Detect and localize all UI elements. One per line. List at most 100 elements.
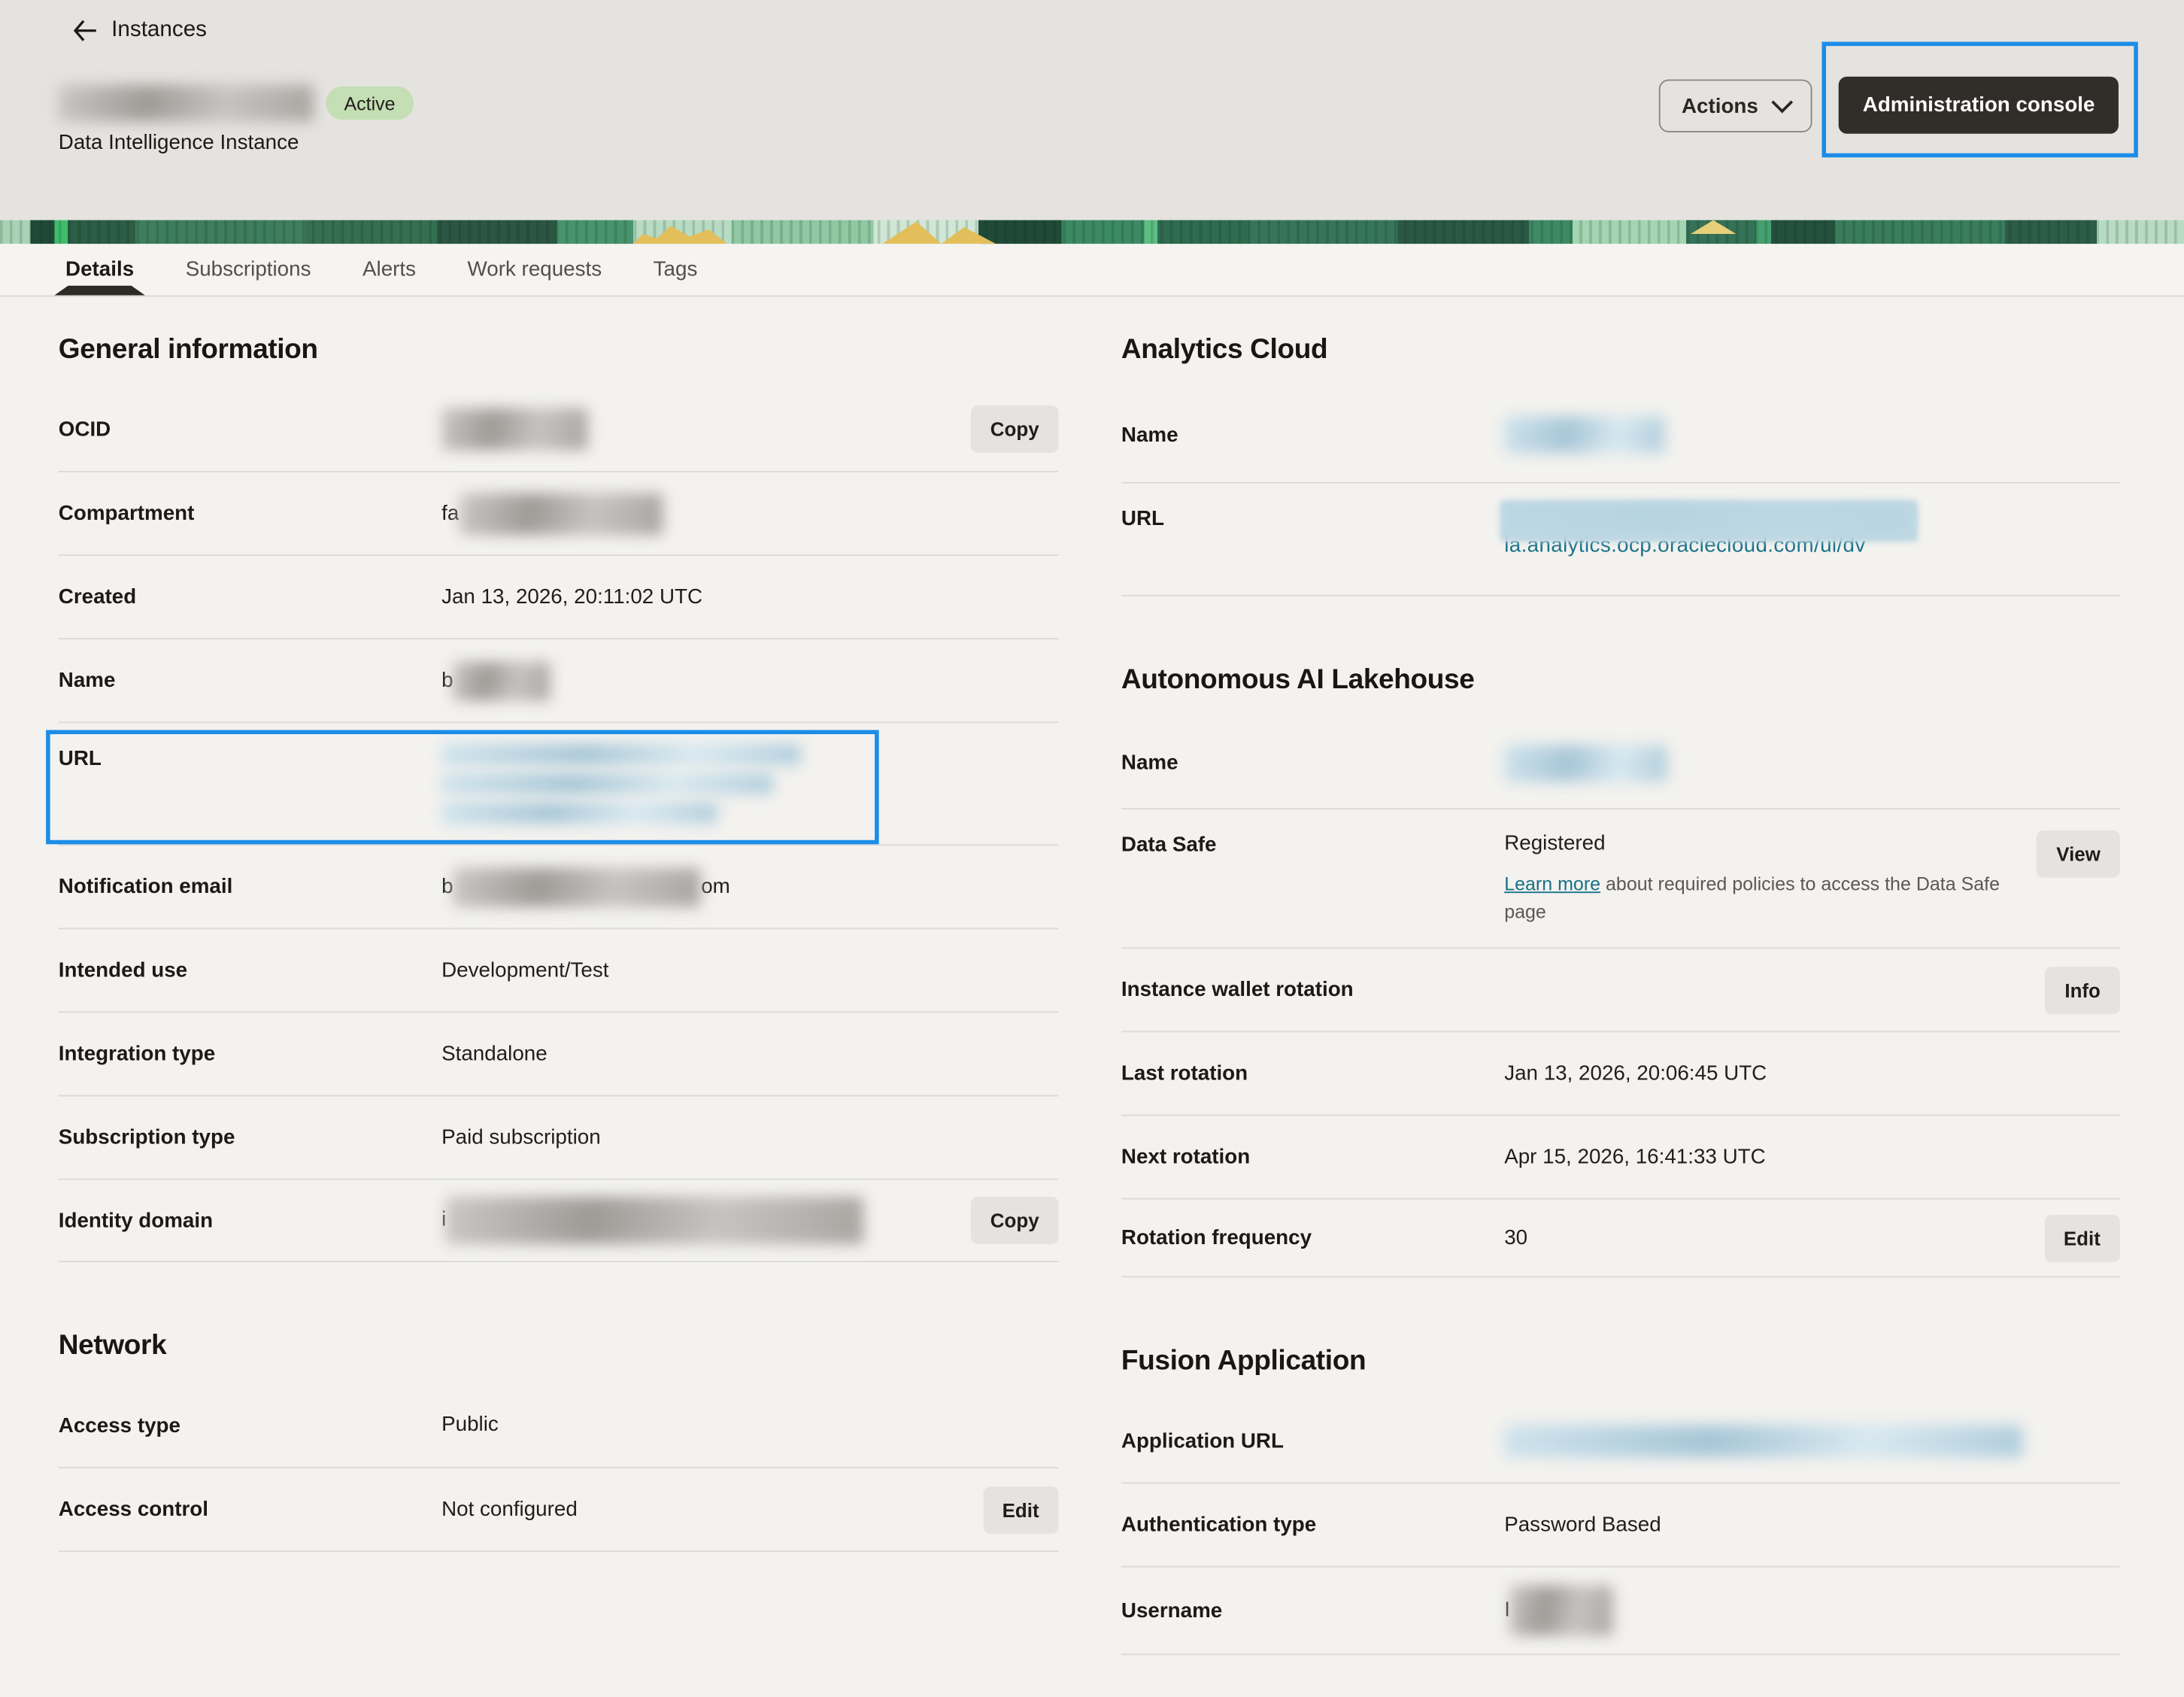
- data-safe-value: Registered Learn more about required pol…: [1504, 830, 2037, 927]
- integration-type-value: Standalone: [441, 1040, 1058, 1068]
- intended-use-value: Development/Test: [441, 956, 1058, 984]
- status-badge: Active: [326, 87, 413, 120]
- row-authentication-type: Authentication type Password Based: [1121, 1483, 2120, 1567]
- row-rotation-frequency: Rotation frequency 30 Edit: [1121, 1200, 2120, 1278]
- row-url: URL: [59, 723, 1059, 845]
- row-last-rotation: Last rotation Jan 13, 2026, 20:06:45 UTC: [1121, 1032, 2120, 1116]
- redacted-text: [1504, 417, 1664, 453]
- page-header: Instances Active Data Intelligence Insta…: [0, 0, 2184, 220]
- chevron-down-icon: [1772, 92, 1794, 114]
- row-ocid: OCID Copy: [59, 387, 1059, 472]
- view-data-safe-button[interactable]: View: [2037, 830, 2119, 878]
- blur-overlay: [1500, 500, 1919, 542]
- redacted-text: [459, 493, 662, 535]
- redacted-text: [441, 408, 587, 451]
- application-url-redacted-link[interactable]: [1504, 1425, 2120, 1457]
- left-column: General information OCID Copy Compartmen…: [59, 296, 1059, 1655]
- row-application-url: Application URL: [1121, 1398, 2120, 1483]
- actions-button[interactable]: Actions: [1659, 80, 1812, 132]
- breadcrumb-instances-link[interactable]: Instances: [111, 18, 207, 43]
- compartment-value: fa: [441, 493, 1058, 535]
- created-value: Jan 13, 2026, 20:11:02 UTC: [441, 583, 1058, 611]
- tab-work-requests[interactable]: Work requests: [468, 244, 602, 296]
- administration-console-button[interactable]: Administration console: [1839, 77, 2119, 134]
- row-analytics-name: Name: [1121, 387, 2120, 484]
- row-integration-type: Integration type Standalone: [59, 1012, 1059, 1096]
- title-row: Active: [59, 85, 414, 121]
- access-control-value: Not configured: [441, 1495, 983, 1523]
- row-instance-wallet-rotation: Instance wallet rotation Info: [1121, 949, 2120, 1032]
- tab-details[interactable]: Details: [65, 244, 134, 296]
- authentication-type-value: Password Based: [1504, 1511, 2120, 1539]
- tab-tags[interactable]: Tags: [654, 244, 698, 296]
- identity-domain-value: i: [441, 1197, 971, 1244]
- page-subtitle: Data Intelligence Instance: [59, 131, 299, 154]
- row-notification-email: Notification email bom: [59, 845, 1059, 929]
- section-title-general-information: General information: [59, 334, 1059, 366]
- access-type-value: Public: [441, 1411, 1058, 1439]
- copy-ocid-button[interactable]: Copy: [971, 405, 1059, 453]
- actions-button-label: Actions: [1682, 94, 1758, 117]
- tab-subscriptions[interactable]: Subscriptions: [186, 244, 311, 296]
- row-access-type: Access type Public: [59, 1383, 1059, 1468]
- data-safe-help-text: Learn more about required policies to ac…: [1504, 871, 2037, 927]
- next-rotation-value: Apr 15, 2026, 16:41:33 UTC: [1504, 1143, 2120, 1171]
- last-rotation-value: Jan 13, 2026, 20:06:45 UTC: [1504, 1059, 2120, 1087]
- redacted-text: [1510, 1586, 1613, 1636]
- redacted-text: [453, 867, 702, 906]
- header-actions: Actions Administration console: [1659, 77, 2119, 134]
- data-safe-status: Registered: [1504, 830, 2037, 858]
- visible-text-fragment: fa: [441, 501, 459, 524]
- row-name: Name b: [59, 639, 1059, 723]
- row-lakehouse-name: Name: [1121, 718, 2120, 809]
- row-identity-domain: Identity domain i Copy: [59, 1180, 1059, 1262]
- tab-alerts[interactable]: Alerts: [362, 244, 416, 296]
- url-value-redacted-link[interactable]: [441, 744, 1058, 824]
- ocid-value-redacted: [441, 408, 971, 451]
- lakehouse-name-redacted: [1504, 745, 2120, 781]
- row-access-control: Access control Not configured Edit: [59, 1468, 1059, 1552]
- section-title-analytics-cloud: Analytics Cloud: [1121, 334, 2120, 366]
- banner-texture: [0, 220, 2184, 244]
- row-username: Username I: [1121, 1568, 2120, 1656]
- visible-text-fragment: om: [701, 874, 730, 897]
- instance-details-page: Instances Active Data Intelligence Insta…: [0, 0, 2184, 1658]
- edit-rotation-frequency-button[interactable]: Edit: [2044, 1214, 2120, 1261]
- row-intended-use: Intended use Development/Test: [59, 929, 1059, 1012]
- learn-more-link[interactable]: Learn more: [1504, 873, 1600, 894]
- analytics-name-redacted: [1504, 417, 2120, 453]
- row-analytics-url: URL ia.analytics.ocp.oraclecloud.com/ui/…: [1121, 484, 2120, 597]
- redacted-link-text: [441, 803, 717, 824]
- back-arrow-icon[interactable]: [72, 20, 97, 42]
- row-data-safe: Data Safe Registered Learn more about re…: [1121, 809, 2120, 949]
- decorative-banner: [0, 220, 2184, 244]
- row-compartment: Compartment fa: [59, 472, 1059, 556]
- edit-access-control-button[interactable]: Edit: [983, 1486, 1059, 1533]
- subscription-type-value: Paid subscription: [441, 1124, 1058, 1152]
- row-next-rotation: Next rotation Apr 15, 2026, 16:41:33 UTC: [1121, 1116, 2120, 1199]
- copy-identity-domain-button[interactable]: Copy: [971, 1197, 1059, 1244]
- username-value: I: [1504, 1586, 2120, 1636]
- redacted-text: [453, 661, 551, 700]
- row-created: Created Jan 13, 2026, 20:11:02 UTC: [59, 556, 1059, 639]
- redacted-link-text: [441, 744, 801, 765]
- row-subscription-type: Subscription type Paid subscription: [59, 1097, 1059, 1180]
- section-title-fusion-application: Fusion Application: [1121, 1346, 2120, 1378]
- breadcrumb: Instances: [72, 18, 207, 43]
- right-column: Analytics Cloud Name URL ia.analytics.oc…: [1121, 296, 2120, 1655]
- redacted-link-text: [441, 773, 773, 794]
- rotation-frequency-value: 30: [1504, 1224, 2044, 1252]
- details-content: General information OCID Copy Compartmen…: [0, 296, 2184, 1696]
- section-title-autonomous-ai-lakehouse: Autonomous AI Lakehouse: [1121, 664, 2120, 697]
- section-title-network: Network: [59, 1331, 1059, 1363]
- visible-text-fragment: b: [441, 668, 453, 691]
- redacted-text: [1504, 745, 1667, 781]
- instance-name-redacted: [59, 85, 314, 121]
- name-value: b: [441, 661, 1058, 700]
- info-wallet-rotation-button[interactable]: Info: [2045, 966, 2119, 1013]
- redacted-link-text: [1504, 1425, 2022, 1457]
- redacted-text: [446, 1197, 864, 1244]
- notification-email-value: bom: [441, 867, 1058, 906]
- analytics-url-link[interactable]: ia.analytics.ocp.oraclecloud.com/ui/dv: [1504, 504, 1964, 560]
- tab-bar: Details Subscriptions Alerts Work reques…: [0, 244, 2184, 296]
